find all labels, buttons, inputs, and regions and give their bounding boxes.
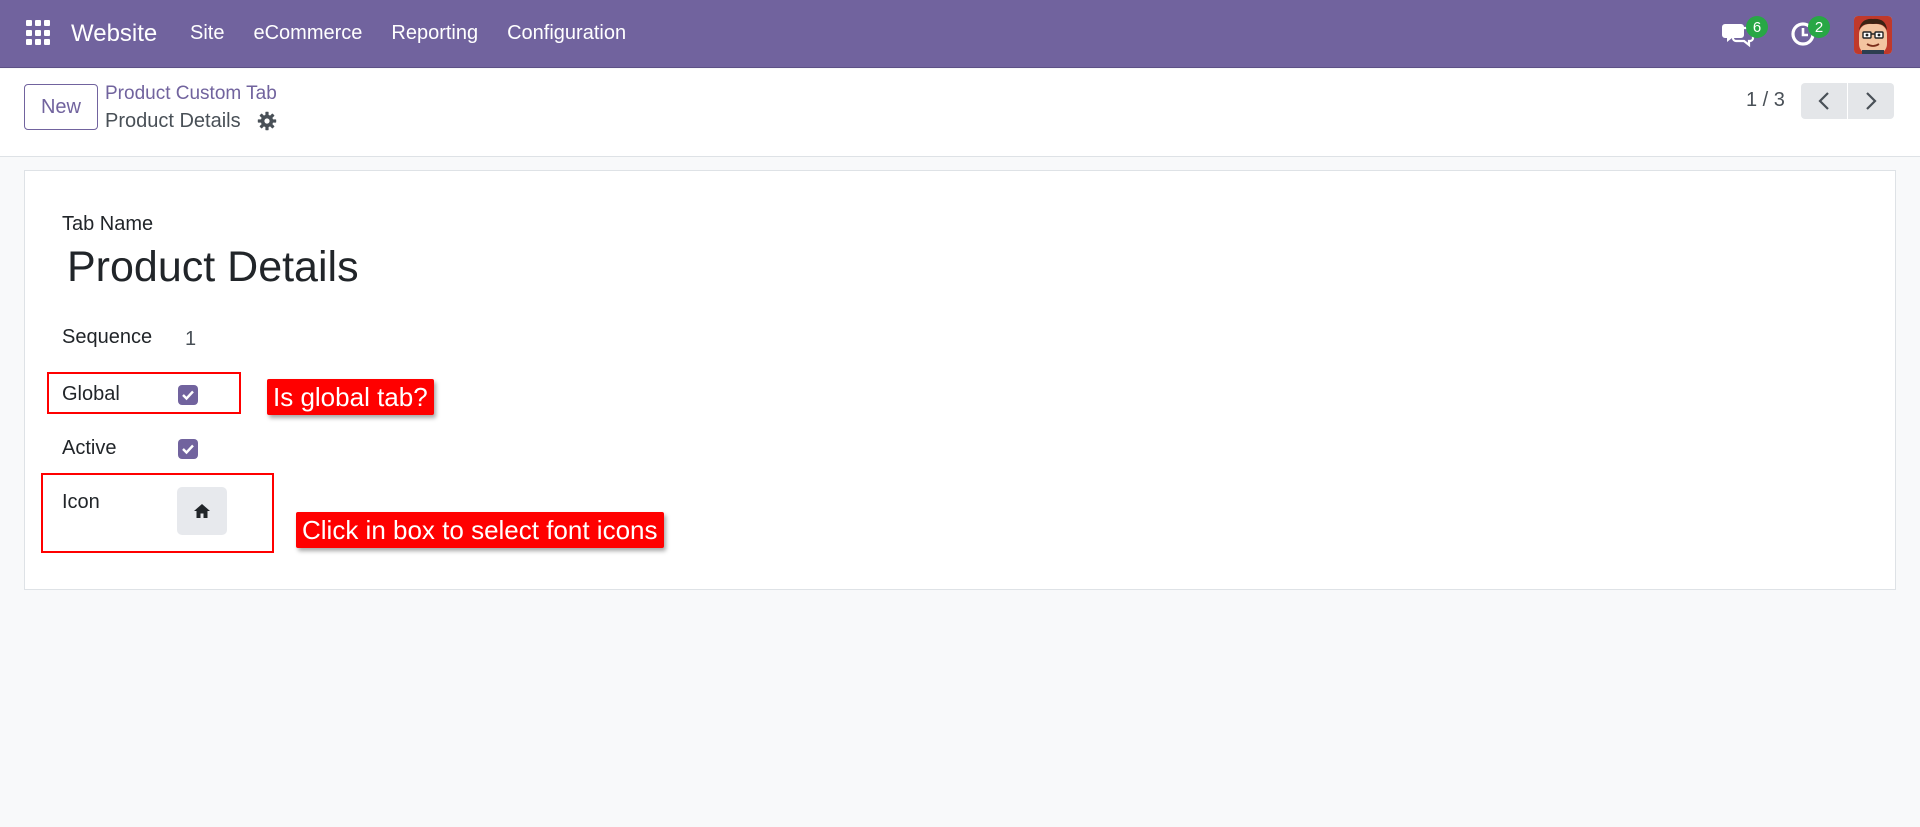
activities-badge: 2 xyxy=(1808,16,1830,38)
sequence-label: Sequence xyxy=(62,326,153,348)
main-menu: Site eCommerce Reporting Configuration xyxy=(190,22,655,45)
top-navbar: Website Site eCommerce Reporting Configu… xyxy=(0,0,1920,68)
global-callout: Is global tab? xyxy=(267,379,434,415)
avatar-face-icon xyxy=(1854,16,1892,54)
apps-menu-icon[interactable] xyxy=(26,20,52,46)
menu-item-configuration[interactable]: Configuration xyxy=(507,22,626,45)
active-checkbox[interactable] xyxy=(178,439,198,459)
menu-item-reporting[interactable]: Reporting xyxy=(391,22,478,45)
breadcrumb-current: Product Details xyxy=(105,110,241,132)
pager-previous-button[interactable] xyxy=(1801,83,1847,119)
chevron-right-icon xyxy=(1866,92,1877,110)
gear-icon[interactable] xyxy=(257,111,277,131)
control-panel: New Product Custom Tab Product Details 1… xyxy=(0,69,1920,157)
pager-value[interactable]: 1 / 3 xyxy=(1746,89,1785,112)
check-icon xyxy=(182,444,194,455)
global-highlight-box xyxy=(47,372,241,414)
new-button[interactable]: New xyxy=(24,84,98,130)
icon-callout: Click in box to select font icons xyxy=(296,512,664,548)
breadcrumb-parent[interactable]: Product Custom Tab xyxy=(105,83,277,105)
tab-name-label: Tab Name xyxy=(62,213,154,235)
pager-next-button[interactable] xyxy=(1848,83,1894,119)
user-avatar[interactable] xyxy=(1854,16,1892,54)
tab-name-input[interactable]: Product Details xyxy=(67,243,359,292)
chevron-left-icon xyxy=(1818,92,1829,110)
icon-highlight-box xyxy=(41,473,274,553)
menu-item-ecommerce[interactable]: eCommerce xyxy=(253,22,362,45)
sequence-input[interactable]: 1 xyxy=(185,328,196,351)
active-label: Active xyxy=(62,437,117,459)
menu-item-site[interactable]: Site xyxy=(190,22,224,45)
app-brand[interactable]: Website xyxy=(71,20,157,48)
messages-badge: 6 xyxy=(1746,16,1768,38)
